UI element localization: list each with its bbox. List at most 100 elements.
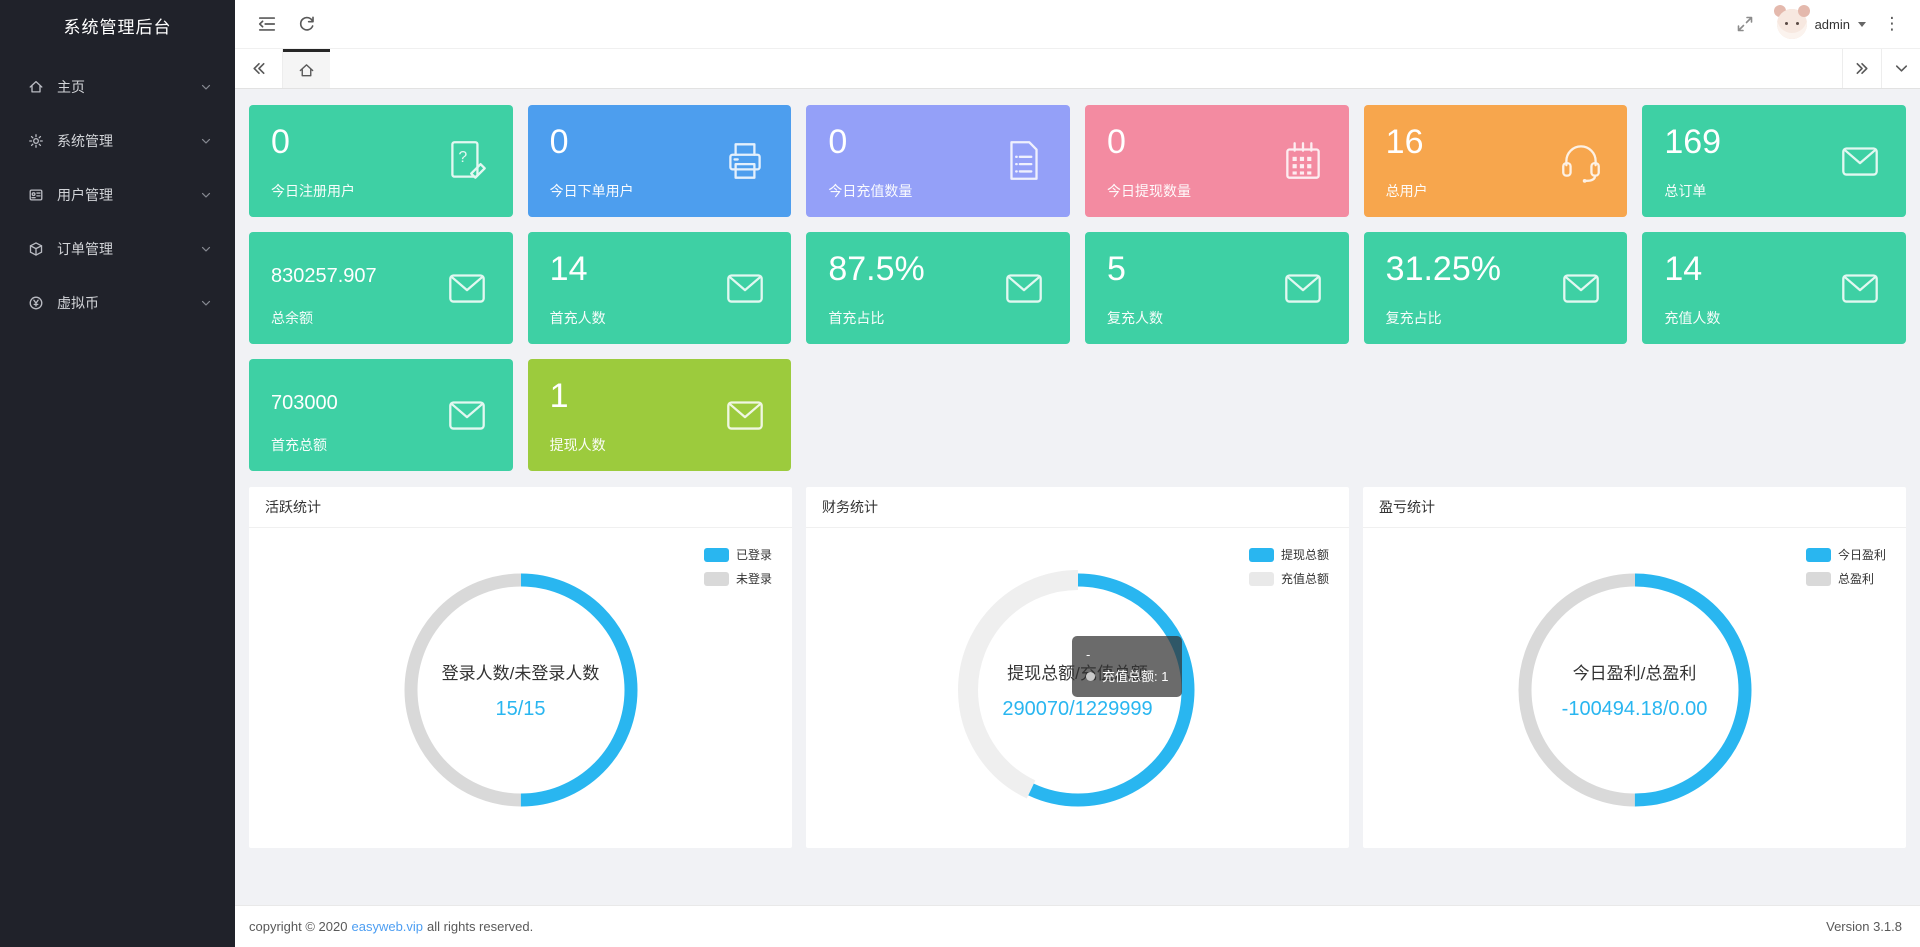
version-text: Version 3.1.8 xyxy=(1826,919,1902,934)
legend-item[interactable]: 充值总额 xyxy=(1249,570,1329,587)
stat-label: 今日提现数量 xyxy=(1107,181,1191,201)
menu-fold-button[interactable] xyxy=(247,4,287,44)
stat-label: 总用户 xyxy=(1386,181,1428,201)
legend-item[interactable]: 今日盈利 xyxy=(1806,546,1886,563)
stat-label: 充值人数 xyxy=(1664,308,1720,328)
main-area: admin ⋮ xyxy=(235,0,1920,947)
tooltip-title: - xyxy=(1086,644,1168,666)
legend-swatch xyxy=(704,548,729,562)
legend-item[interactable]: 总盈利 xyxy=(1806,570,1874,587)
chart-panels: 活跃统计 已登录 未登录 xyxy=(235,471,1920,848)
printer-icon xyxy=(721,137,769,185)
chart-legend: 今日盈利 总盈利 xyxy=(1806,546,1886,587)
tabbar-spacer xyxy=(330,49,1842,88)
topbar: admin ⋮ xyxy=(235,0,1920,49)
content: 0 今日注册用户 ? 0 今日下单用户 0 今日充值数量 xyxy=(235,89,1920,947)
tooltip-label: 充值总额 xyxy=(1102,669,1154,684)
stat-label: 首充人数 xyxy=(550,308,606,328)
legend-label: 总盈利 xyxy=(1838,570,1874,587)
stat-card-total-users: 16 总用户 xyxy=(1364,105,1628,217)
home-icon xyxy=(28,79,44,95)
fullscreen-button[interactable] xyxy=(1725,4,1765,44)
stat-card-total-orders: 169 总订单 xyxy=(1642,105,1906,217)
chevron-down-icon xyxy=(199,188,213,202)
tab-home[interactable] xyxy=(283,49,330,88)
legend-label: 已登录 xyxy=(736,546,772,563)
tabs-menu-button[interactable] xyxy=(1881,49,1920,88)
username: admin xyxy=(1815,17,1850,32)
legend-swatch xyxy=(1249,548,1274,562)
caret-down-icon xyxy=(1858,22,1866,27)
stat-label: 总订单 xyxy=(1664,181,1706,201)
stat-card-today-orders: 0 今日下单用户 xyxy=(528,105,792,217)
stat-card-today-recharge-count: 0 今日充值数量 xyxy=(806,105,1070,217)
calendar-icon xyxy=(1279,137,1327,185)
user-menu[interactable]: admin xyxy=(1771,9,1872,39)
panel-body: 已登录 未登录 xyxy=(249,528,792,848)
stat-label: 今日注册用户 xyxy=(271,181,355,201)
sidebar-item-users[interactable]: 用户管理 xyxy=(0,168,235,222)
legend-swatch xyxy=(704,572,729,586)
stat-card-recharge-users: 14 充值人数 xyxy=(1642,232,1906,344)
stat-card-total-balance: 830257.907 总余额 xyxy=(249,232,513,344)
stat-label: 复充人数 xyxy=(1107,308,1163,328)
tooltip-value: 1 xyxy=(1161,669,1168,684)
sidebar-item-label: 订单管理 xyxy=(57,239,199,259)
stat-label: 今日充值数量 xyxy=(828,181,912,201)
mail-icon xyxy=(1557,264,1605,312)
sidebar: 系统管理后台 主页 系统管理 xyxy=(0,0,235,947)
sidebar-item-system[interactable]: 系统管理 xyxy=(0,114,235,168)
tabs-scroll-left-button[interactable] xyxy=(235,49,283,88)
panel-body: 提现总额 充值总额 xyxy=(806,528,1349,848)
panel-title: 活跃统计 xyxy=(249,487,792,528)
headset-icon xyxy=(1557,137,1605,185)
stat-cards-grid: 0 今日注册用户 ? 0 今日下单用户 0 今日充值数量 xyxy=(235,89,1920,471)
stat-label: 提现人数 xyxy=(550,435,606,455)
panel-profit-stats: 盈亏统计 今日盈利 总盈利 xyxy=(1363,487,1906,848)
copyright-text: copyright © 2020 xyxy=(249,919,347,934)
footer: copyright © 2020 easyweb.vip all rights … xyxy=(235,905,1920,947)
stat-card-withdraw-users: 1 提现人数 xyxy=(528,359,792,471)
mail-icon xyxy=(1000,264,1048,312)
refresh-button[interactable] xyxy=(287,4,327,44)
app-title: 系统管理后台 xyxy=(0,0,235,50)
stat-label: 总余额 xyxy=(271,308,313,328)
panel-body: 今日盈利 总盈利 xyxy=(1363,528,1906,848)
tooltip-dot-icon xyxy=(1086,672,1095,681)
stat-label: 首充总额 xyxy=(271,435,327,455)
sidebar-item-label: 系统管理 xyxy=(57,131,199,151)
app-layout: 系统管理后台 主页 系统管理 xyxy=(0,0,1920,947)
avatar xyxy=(1777,9,1807,39)
donut-chart xyxy=(1515,570,1755,810)
chart-legend: 已登录 未登录 xyxy=(704,546,772,587)
mail-icon xyxy=(1279,264,1327,312)
stat-card-first-recharge-ratio: 87.5% 首充占比 xyxy=(806,232,1070,344)
sidebar-item-label: 虚拟币 xyxy=(57,293,199,313)
legend-item[interactable]: 提现总额 xyxy=(1249,546,1329,563)
legend-label: 充值总额 xyxy=(1281,570,1329,587)
copyright-text: all rights reserved. xyxy=(427,919,533,934)
footer-link[interactable]: easyweb.vip xyxy=(351,919,423,934)
sidebar-item-label: 用户管理 xyxy=(57,185,199,205)
file-question-edit-icon: ? xyxy=(443,137,491,185)
sidebar-item-home[interactable]: 主页 xyxy=(0,60,235,114)
stat-card-repeat-recharge-users: 5 复充人数 xyxy=(1085,232,1349,344)
sidebar-item-virtual-coin[interactable]: 虚拟币 xyxy=(0,276,235,330)
sidebar-menu: 主页 系统管理 用户管理 xyxy=(0,50,235,330)
tabs-scroll-right-button[interactable] xyxy=(1842,49,1881,88)
panel-active-stats: 活跃统计 已登录 未登录 xyxy=(249,487,792,848)
chevron-down-icon xyxy=(199,242,213,256)
stat-card-first-recharge-users: 14 首充人数 xyxy=(528,232,792,344)
chart-tooltip: - 充值总额: 1 xyxy=(1072,636,1182,697)
tabbar xyxy=(235,49,1920,89)
legend-item[interactable]: 已登录 xyxy=(704,546,772,563)
mail-icon xyxy=(1836,264,1884,312)
chevron-down-icon xyxy=(199,134,213,148)
mail-icon xyxy=(721,391,769,439)
legend-label: 未登录 xyxy=(736,570,772,587)
stat-label: 今日下单用户 xyxy=(550,181,634,201)
legend-item[interactable]: 未登录 xyxy=(704,570,772,587)
more-vertical-button[interactable]: ⋮ xyxy=(1878,14,1906,34)
panel-finance-stats: 财务统计 提现总额 充值总额 xyxy=(806,487,1349,848)
sidebar-item-orders[interactable]: 订单管理 xyxy=(0,222,235,276)
